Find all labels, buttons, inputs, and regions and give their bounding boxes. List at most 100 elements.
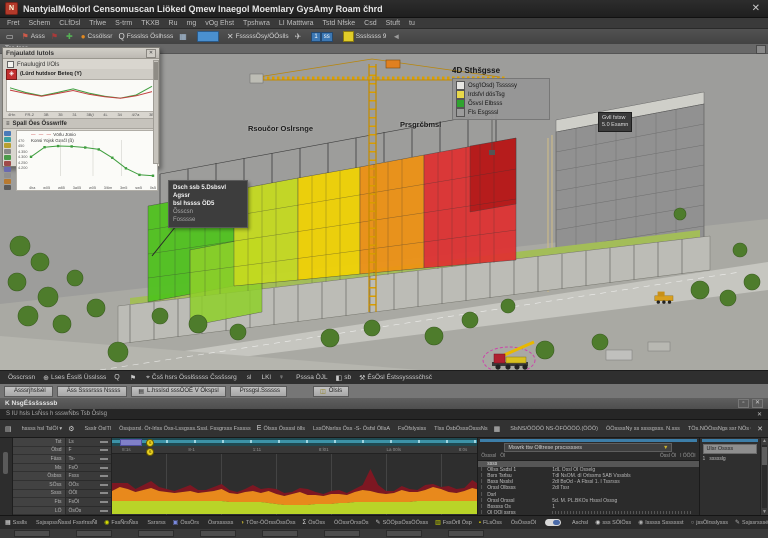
row-expand-handle[interactable]: l bbox=[481, 473, 484, 479]
row-expand-handle[interactable]: l bbox=[481, 467, 484, 473]
menu-item[interactable]: LI Matttwra bbox=[279, 20, 314, 27]
toolbar-button[interactable]: 1 ss bbox=[309, 31, 334, 42]
toolbar-button[interactable]: ▭ bbox=[6, 32, 16, 41]
gantt-toolbar-item[interactable]: Ssslr ÖslTl bbox=[82, 426, 111, 432]
track-meta-row[interactable]: F bbox=[65, 447, 112, 456]
track-row[interactable]: Tst bbox=[12, 438, 65, 447]
toggle-switch[interactable] bbox=[544, 519, 561, 526]
viewport-3d[interactable]: Fnjaulatd Iutols ✕ Fnaulugjrd I/Ols ◈ (L… bbox=[0, 47, 768, 370]
toolbar-button[interactable]: Q Fssslss Öslhsss bbox=[118, 32, 173, 41]
filter-tab-button[interactable]: ▤ L.hsslsd sssÖOÉ V Ökspsl bbox=[131, 385, 226, 397]
track-meta-row[interactable]: Ls bbox=[65, 438, 112, 447]
menu-item[interactable]: CLfDsl bbox=[59, 20, 80, 27]
scroll-up-arrow[interactable]: ▲ bbox=[762, 438, 767, 444]
panel-close-button[interactable]: ✕ bbox=[146, 48, 156, 58]
panel-close-button[interactable]: ✕ bbox=[752, 399, 763, 408]
filter-tab-button[interactable]: Äss Ssssrsss Nssss bbox=[56, 385, 128, 397]
menu-item[interactable]: Fret bbox=[7, 20, 19, 27]
status-toggle[interactable]: ÖÖssrÖrssÖs bbox=[332, 520, 369, 526]
track-meta-row[interactable]: FsÖl bbox=[65, 498, 112, 507]
status-item[interactable]: ⚒ ÉsÖsl Éstssyssssčhsč bbox=[359, 374, 432, 382]
timeline-bar[interactable] bbox=[112, 440, 478, 443]
status-item[interactable]: Psssa ÖJL bbox=[294, 374, 327, 381]
status-toggle[interactable]: ▣ ÖssÖrs bbox=[173, 519, 199, 527]
filter-processes-header[interactable]: Mswrk ttw Olltrese prscsssses ▼ bbox=[504, 443, 673, 452]
status-toggle[interactable]: ÖsÖsssÖl bbox=[509, 520, 536, 526]
chart-tool-strip[interactable] bbox=[3, 129, 16, 192]
subtitle-close-icon[interactable]: ✕ bbox=[757, 411, 762, 418]
status-item[interactable]: ⌖ Čsš hsrs Össlšssss Čssšssrg bbox=[146, 374, 237, 382]
row-expand-handle[interactable]: l bbox=[481, 498, 484, 504]
side-panel-row[interactable]: 1 ssssslg bbox=[703, 456, 758, 462]
menu-item[interactable]: TKXB bbox=[141, 20, 159, 27]
status-toggle[interactable]: ▥ FssÖrll Ösp bbox=[435, 519, 472, 527]
track-meta-row[interactable]: Ts- bbox=[65, 455, 112, 464]
menu-item[interactable]: S-trm bbox=[115, 20, 132, 27]
gantt-gutter-scrollbar[interactable] bbox=[0, 438, 13, 515]
menu-item[interactable]: mg bbox=[186, 20, 196, 27]
gantt-toolbar-item[interactable]: ⚙ bbox=[68, 425, 76, 433]
filter-tab-button[interactable]: Asssrjhslsèl bbox=[4, 385, 53, 397]
tool-icon[interactable] bbox=[4, 173, 11, 178]
gantt-toolbar-item[interactable]: SlsNS/ÖÖÖÖ NS-ÖFÖÖÖÖ.(ÖÖÖ) bbox=[508, 426, 598, 432]
gantt-toolbar-item[interactable]: É Ölsss Össssl ölls bbox=[257, 425, 305, 432]
status-toggle[interactable]: ✎ Ssjssrsssé bbox=[735, 519, 768, 527]
status-toggle[interactable]: ▦ Ssslls bbox=[5, 519, 27, 527]
financial-charts-panel[interactable]: Fnjaulatd Iutols ✕ Fnaulugjrd I/Ols ◈ (L… bbox=[2, 47, 160, 191]
status-toggle[interactable]: ✎ SÖÖjssÖssÖÖsss bbox=[376, 519, 429, 527]
tool-icon[interactable] bbox=[4, 167, 11, 172]
menu-item[interactable]: Ru bbox=[169, 20, 178, 27]
panel-minimize-button[interactable]: ▫ bbox=[738, 399, 749, 408]
track-row[interactable]: Ssss bbox=[12, 490, 65, 499]
status-item[interactable]: ⚑ bbox=[130, 374, 138, 382]
row-expand-handle[interactable]: l bbox=[481, 504, 484, 510]
status-item[interactable]: ◧ sb bbox=[336, 374, 352, 382]
tool-icon[interactable] bbox=[4, 131, 11, 136]
status-toggle[interactable]: Ssrsrss bbox=[145, 520, 165, 526]
status-toggle[interactable]: ◑ TÖsr-ÖÖrssÖssÖss bbox=[240, 520, 295, 526]
track-meta-row[interactable]: FsÖ bbox=[65, 464, 112, 473]
status-item[interactable]: sl bbox=[245, 374, 252, 381]
tool-icon[interactable] bbox=[4, 143, 11, 148]
track-meta-row[interactable]: ÖÖl bbox=[65, 490, 112, 499]
status-toggle[interactable]: ○ jssÖlrsslysss bbox=[691, 520, 728, 526]
track-row[interactable]: Fäss bbox=[12, 455, 65, 464]
status-toggle[interactable]: SsjsspssÑsssl FssrlrssÑl bbox=[34, 520, 97, 526]
gantt-vertical-scrollbar[interactable]: ▲ ▼ bbox=[760, 438, 768, 515]
menu-item[interactable]: Tpshwra bbox=[243, 20, 270, 27]
track-meta-row[interactable]: ÖÖs bbox=[65, 481, 112, 490]
menu-item[interactable]: Trlwe bbox=[89, 20, 106, 27]
gantt-toolbar-item[interactable]: TÖs.NÖÖssNgs ssr NÖs ÖssÖÖÖNF/ÖÖÖ ÖÖsss … bbox=[686, 426, 751, 432]
status-toggle[interactable] bbox=[543, 519, 563, 526]
row-expand-handle[interactable]: l bbox=[481, 479, 484, 485]
menu-item[interactable]: Csd bbox=[364, 20, 376, 27]
checkbox[interactable] bbox=[7, 61, 14, 68]
status-item[interactable]: ⊕ Lses Ésslš Üsslsss bbox=[43, 374, 106, 382]
tool-icon[interactable] bbox=[4, 179, 11, 184]
toolbar-button[interactable]: Ssslssss 9 bbox=[341, 31, 386, 42]
gantt-toolbar-close-icon[interactable]: ✕ bbox=[757, 425, 763, 433]
timeline-task-block[interactable] bbox=[120, 439, 143, 446]
gantt-toolbar-item[interactable]: FsÖfslysiss bbox=[396, 426, 426, 432]
menu-item[interactable]: vOg Ehst bbox=[205, 20, 234, 27]
row-expand-handle[interactable]: l bbox=[481, 485, 484, 491]
menu-item[interactable]: Tstd Nfske bbox=[322, 20, 355, 27]
bottom-panel-header[interactable]: K NsgÉšsšssssb ▫ ✕ bbox=[0, 398, 768, 409]
status-toggle[interactable]: Aschsl bbox=[570, 520, 588, 526]
menu-item[interactable]: Schem bbox=[28, 20, 50, 27]
row-expand-handle[interactable]: l bbox=[481, 492, 484, 498]
tool-icon[interactable] bbox=[4, 149, 11, 154]
tool-icon[interactable] bbox=[4, 161, 11, 166]
menu-item[interactable]: tu bbox=[409, 20, 415, 27]
side-panel-header[interactable]: Ulsr Ossss bbox=[702, 444, 758, 454]
close-window-button[interactable]: ✕ bbox=[749, 3, 763, 14]
toolbar-button[interactable]: ✕ FsssssÖsy/ÖÖslls bbox=[227, 32, 289, 41]
timeline-selected-row[interactable] bbox=[112, 438, 478, 446]
track-row[interactable]: SÖss bbox=[12, 481, 65, 490]
status-toggle[interactable]: ◉ lsssss Ssssssst bbox=[638, 519, 683, 527]
toolbar-button[interactable]: ● Cssölssr bbox=[81, 32, 113, 41]
status-toggle[interactable]: ◉ FssÑrsÑss bbox=[104, 519, 138, 527]
status-item[interactable]: ♀ bbox=[279, 374, 286, 381]
panel-scrollbar[interactable] bbox=[153, 60, 159, 164]
status-toggle[interactable]: ◉ sss SÖlÖss bbox=[595, 519, 631, 527]
